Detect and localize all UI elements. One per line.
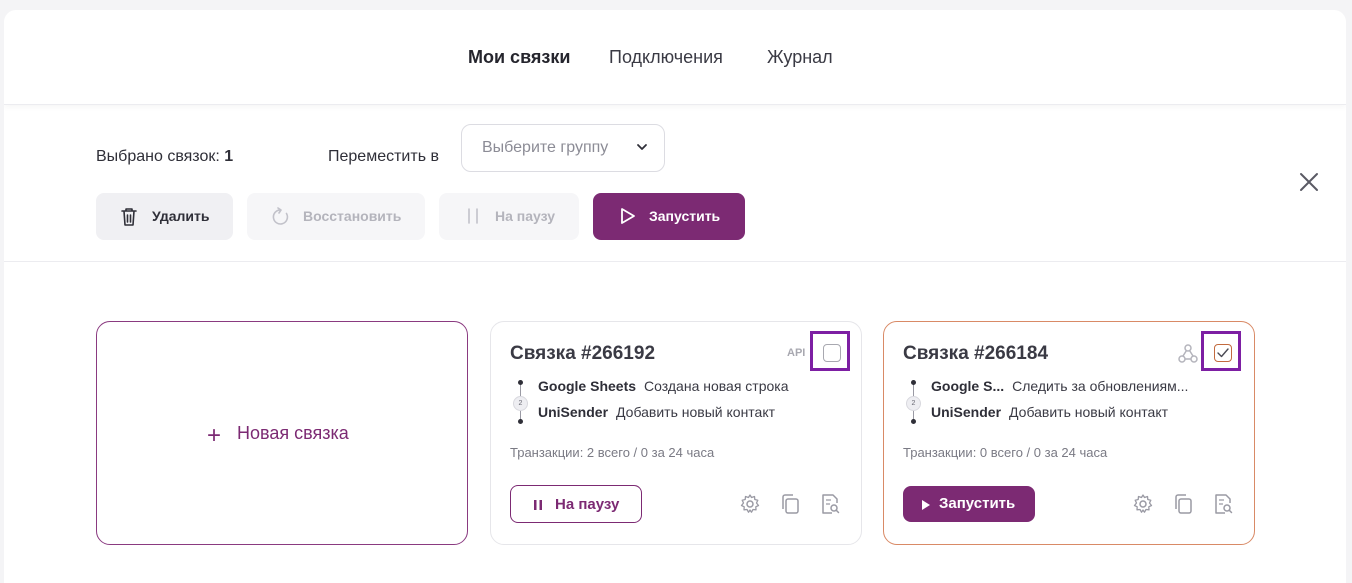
new-connection-card[interactable]: + Новая связка xyxy=(96,321,468,545)
restore-button[interactable]: Восстановить xyxy=(247,193,425,240)
flow-step: UniSender Добавить новый контакт xyxy=(931,404,1168,420)
flow-step: Google S... Следить за обновлениям... xyxy=(931,378,1188,394)
webhook-icon xyxy=(1176,342,1200,371)
play-icon xyxy=(921,498,931,515)
chevron-down-icon xyxy=(636,140,648,158)
refresh-icon xyxy=(271,207,291,230)
top-nav: Мои связки Подключения Журнал xyxy=(4,10,1346,105)
step-number: 2 xyxy=(513,396,528,411)
pause-connection-label: На паузу xyxy=(555,496,620,513)
flow-step: Google Sheets Создана новая строка xyxy=(538,378,789,394)
pause-icon xyxy=(467,207,479,228)
flow-dot xyxy=(911,419,916,424)
selected-count-text: Выбрано связок: 1 xyxy=(96,148,233,166)
run-connection-button[interactable]: Запустить xyxy=(903,486,1035,522)
pause-connection-button[interactable]: На паузу xyxy=(510,485,642,523)
flow-dot xyxy=(911,380,916,385)
tab-integrations[interactable]: Подключения xyxy=(609,47,723,68)
transactions-text: Транзакции: 0 всего / 0 за 24 часа xyxy=(903,445,1108,460)
flow-step: UniSender Добавить новый контакт xyxy=(538,404,775,420)
group-select[interactable]: Выберите группу xyxy=(461,124,665,172)
app-frame: Мои связки Подключения Журнал Выбрано св… xyxy=(4,10,1346,583)
group-select-placeholder: Выберите группу xyxy=(482,139,609,156)
step-app: UniSender xyxy=(931,404,1002,420)
selected-count: 1 xyxy=(224,148,234,165)
api-badge: API xyxy=(787,347,806,359)
connection-flow: 2 Google Sheets Создана новая строка UniS… xyxy=(510,378,850,430)
move-to-label: Переместить в xyxy=(328,148,439,165)
restore-label: Восстановить xyxy=(303,208,402,224)
transactions-text: Транзакции: 2 всего / 0 за 24 часа xyxy=(510,445,715,460)
copy-icon[interactable] xyxy=(1172,493,1194,520)
select-checkbox[interactable] xyxy=(1214,344,1232,362)
select-checkbox[interactable] xyxy=(823,344,841,362)
run-connection-label: Запустить xyxy=(939,495,1016,512)
step-app: Google S... xyxy=(931,378,1005,394)
tab-log[interactable]: Журнал xyxy=(767,47,833,68)
new-connection-label: Новая связка xyxy=(237,423,349,443)
step-action: Добавить новый контакт xyxy=(616,404,776,420)
pause-label: На паузу xyxy=(495,208,556,224)
selected-label: Выбрано связок: xyxy=(96,148,220,165)
connection-card[interactable]: Связка #266192 API 2 Google Sheets Создан… xyxy=(490,321,862,545)
step-action: Создана новая строка xyxy=(644,378,789,394)
gear-icon[interactable] xyxy=(739,493,761,520)
delete-label: Удалить xyxy=(152,208,210,224)
step-action: Следить за обновлениям... xyxy=(1012,378,1189,394)
log-search-icon[interactable] xyxy=(1212,493,1234,520)
bulk-actions-toolbar: Выбрано связок: 1 Переместить в Выберите… xyxy=(4,106,1346,262)
log-search-icon[interactable] xyxy=(819,493,841,520)
flow-dot xyxy=(518,419,523,424)
step-app: Google Sheets xyxy=(538,378,637,394)
copy-icon[interactable] xyxy=(779,493,801,520)
step-action: Добавить новый контакт xyxy=(1009,404,1169,420)
step-app: UniSender xyxy=(538,404,609,420)
gear-icon[interactable] xyxy=(1132,493,1154,520)
pause-icon xyxy=(533,498,543,515)
tab-my-connections[interactable]: Мои связки xyxy=(468,47,570,68)
trash-icon xyxy=(120,207,138,230)
connection-card[interactable]: Связка #266184 2 Google S... Следить за о… xyxy=(883,321,1255,545)
select-checkbox-highlight xyxy=(1201,331,1241,371)
step-number: 2 xyxy=(906,396,921,411)
delete-button[interactable]: Удалить xyxy=(96,193,233,240)
select-checkbox-highlight xyxy=(810,331,850,371)
close-icon[interactable] xyxy=(1297,170,1321,194)
run-label: Запустить xyxy=(649,208,721,224)
connection-title: Связка #266184 xyxy=(903,343,1049,364)
plus-icon: + xyxy=(207,422,222,449)
connection-title: Связка #266192 xyxy=(510,343,656,364)
play-icon xyxy=(619,207,637,228)
connection-flow: 2 Google S... Следить за обновлениям... U… xyxy=(903,378,1243,430)
pause-button[interactable]: На паузу xyxy=(439,193,579,240)
run-button[interactable]: Запустить xyxy=(593,193,745,240)
flow-dot xyxy=(518,380,523,385)
